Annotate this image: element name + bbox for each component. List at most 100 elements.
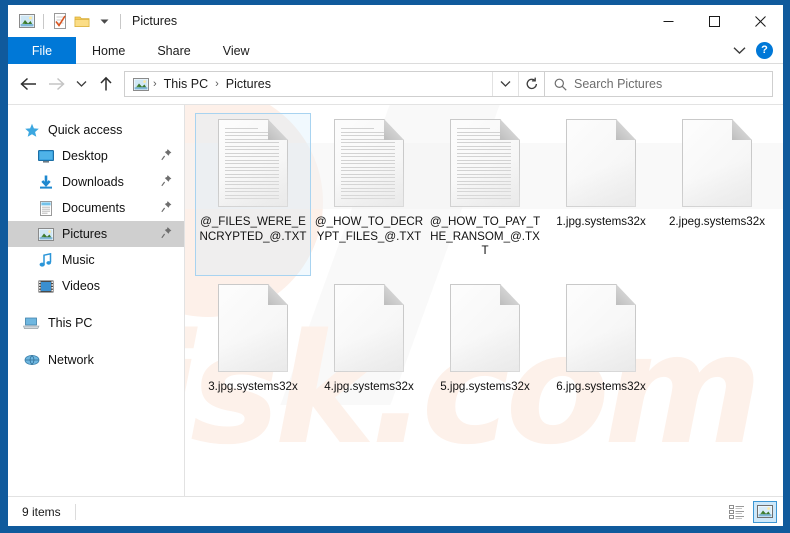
file-item[interactable]: 1.jpg.systems32x <box>543 113 659 276</box>
picture-icon[interactable] <box>16 10 38 32</box>
text-file-icon <box>450 119 520 207</box>
network-icon <box>22 352 41 368</box>
help-button[interactable]: ? <box>756 42 773 59</box>
pictures-icon <box>36 226 55 242</box>
sidebar-item-label: This PC <box>48 316 93 330</box>
tab-file[interactable]: File <box>8 37 76 64</box>
search-placeholder: Search Pictures <box>574 77 663 91</box>
this-pc-icon <box>22 315 41 331</box>
pictures-icon[interactable] <box>131 77 149 91</box>
close-button[interactable] <box>737 5 783 37</box>
breadcrumb-separator-2: › <box>215 78 219 90</box>
details-view-button[interactable] <box>725 501 749 523</box>
sidebar-item-label: Pictures <box>62 227 108 241</box>
up-button[interactable] <box>92 70 120 98</box>
unknown-file-icon <box>218 284 288 372</box>
sidebar-item-label: Videos <box>62 279 100 293</box>
file-item[interactable]: 4.jpg.systems32x <box>311 278 427 402</box>
file-name-label: @_HOW_TO_PAY_THE_RANSOM_@.TXT <box>429 215 541 257</box>
item-count-label: 9 items <box>22 504 61 519</box>
recent-locations-button[interactable] <box>70 70 92 98</box>
status-divider <box>74 503 76 520</box>
customize-dropdown-icon[interactable] <box>93 10 115 32</box>
sidebar-item-desktop[interactable]: Desktop <box>8 143 184 169</box>
unknown-file-icon <box>450 284 520 372</box>
view-mode-buttons <box>725 500 777 523</box>
breadcrumb-item-this-pc[interactable]: This PC <box>161 75 211 93</box>
file-item[interactable]: 3.jpg.systems32x <box>195 278 311 402</box>
sidebar-item-downloads[interactable]: Downloads <box>8 169 184 195</box>
sidebar-item-label: Downloads <box>62 175 124 189</box>
sidebar-item-videos[interactable]: Videos <box>8 273 184 299</box>
sidebar-item-quick-access[interactable]: Quick access <box>8 117 184 143</box>
unknown-file-icon <box>566 284 636 372</box>
sidebar-item-label: Music <box>62 253 95 267</box>
window-title: Pictures <box>132 14 178 28</box>
doc-fold-corner <box>500 119 520 140</box>
file-name-label: 3.jpg.systems32x <box>208 380 298 393</box>
file-name-label: 4.jpg.systems32x <box>324 380 414 393</box>
doc-fold-corner <box>616 119 636 140</box>
sidebar-item-this-pc[interactable]: This PC <box>8 310 184 336</box>
sidebar-item-label: Documents <box>62 201 126 215</box>
sidebar-item-documents[interactable]: Documents <box>8 195 184 221</box>
file-item[interactable]: 6.jpg.systems32x <box>543 278 659 402</box>
tab-home[interactable]: Home <box>76 37 141 64</box>
sidebar-item-music[interactable]: Music <box>8 247 184 273</box>
nav-gap <box>8 299 184 310</box>
sidebar-item-pictures[interactable]: Pictures <box>8 221 184 247</box>
doc-fold-corner <box>384 119 404 140</box>
address-bar[interactable]: › This PC › Pictures <box>124 71 545 97</box>
desktop-icon <box>36 148 55 164</box>
maximize-button[interactable] <box>691 5 737 37</box>
ribbon-controls: ? <box>728 37 779 64</box>
tab-share[interactable]: Share <box>141 37 206 64</box>
nav-gap <box>8 336 184 347</box>
address-bar-buttons <box>492 72 544 96</box>
unknown-file-icon <box>334 284 404 372</box>
breadcrumb-separator: › <box>153 78 157 90</box>
file-item[interactable]: @_HOW_TO_DECRYPT_FILES_@.TXT <box>311 113 427 276</box>
quick-access-toolbar: Pictures <box>8 10 177 32</box>
pane-divider[interactable] <box>184 105 185 496</box>
sidebar-item-network[interactable]: Network <box>8 347 184 373</box>
forward-button[interactable] <box>42 70 70 98</box>
pin-icon[interactable] <box>161 227 172 242</box>
sidebar-item-label: Network <box>48 353 94 367</box>
file-item[interactable]: @_HOW_TO_PAY_THE_RANSOM_@.TXT <box>427 113 543 276</box>
file-item[interactable]: @_FILES_WERE_ENCRYPTED_@.TXT <box>195 113 311 276</box>
file-item[interactable]: 2.jpeg.systems32x <box>659 113 775 276</box>
file-item[interactable]: 5.jpg.systems32x <box>427 278 543 402</box>
pin-icon[interactable] <box>161 149 172 164</box>
file-name-label: @_HOW_TO_DECRYPT_FILES_@.TXT <box>314 215 424 243</box>
title-bar: Pictures <box>8 5 783 37</box>
address-dropdown-icon[interactable] <box>492 72 518 96</box>
file-name-label: 1.jpg.systems32x <box>556 215 646 228</box>
tab-view[interactable]: View <box>207 37 266 64</box>
refresh-icon[interactable] <box>518 72 544 96</box>
minimize-button[interactable] <box>645 5 691 37</box>
properties-icon[interactable] <box>49 10 71 32</box>
search-icon <box>554 78 567 91</box>
search-input[interactable]: Search Pictures <box>545 71 773 97</box>
text-file-icon <box>218 119 288 207</box>
star-icon <box>22 122 41 138</box>
navigation-pane: Quick access Desktop Downloads Documents Pic… <box>8 105 184 496</box>
back-button[interactable] <box>14 70 42 98</box>
breadcrumb-item-pictures[interactable]: Pictures <box>223 75 274 93</box>
large-icons-view-button[interactable] <box>753 500 777 523</box>
music-icon <box>36 252 55 268</box>
documents-icon <box>36 200 55 216</box>
downloads-icon <box>36 174 55 190</box>
ribbon-tab-bar: File Home Share View ? <box>8 37 783 64</box>
explorer-body: Quick access Desktop Downloads Documents Pic… <box>8 104 783 496</box>
breadcrumb: › This PC › Pictures <box>125 75 492 93</box>
pin-icon[interactable] <box>161 175 172 190</box>
pin-icon[interactable] <box>161 201 172 216</box>
new-folder-icon[interactable] <box>71 10 93 32</box>
text-file-icon <box>334 119 404 207</box>
file-list-pane[interactable]: risk.com @_FILES_WERE_ENCRYPTED_@.TXT@_H… <box>185 105 783 496</box>
toolbar-divider <box>43 13 44 29</box>
file-explorer-window: Pictures File Home Share View ? › This P… <box>8 5 783 526</box>
chevron-down-icon[interactable] <box>728 40 750 62</box>
